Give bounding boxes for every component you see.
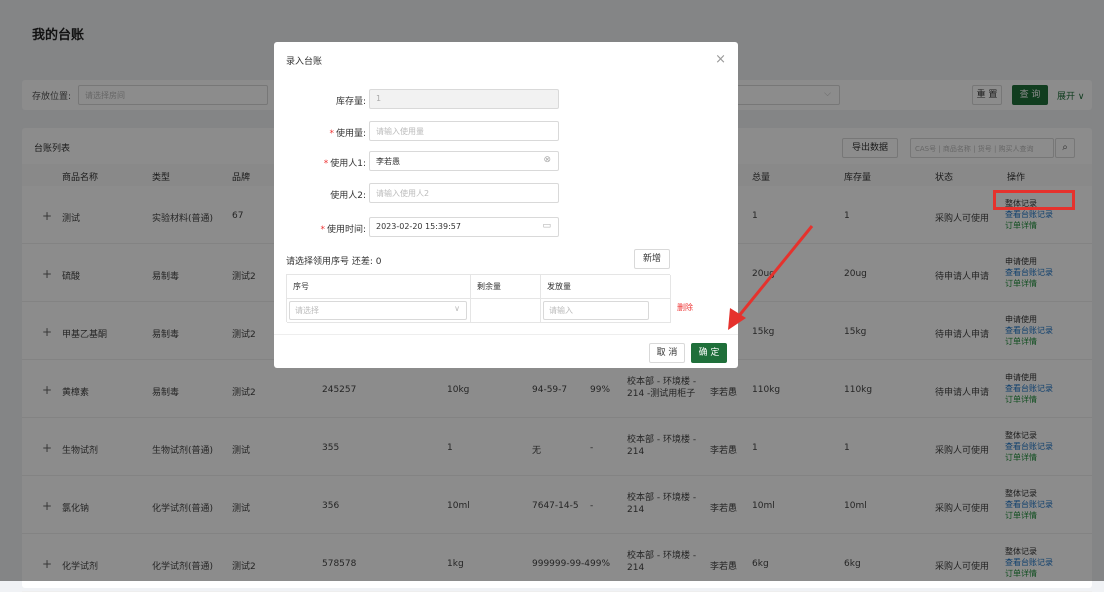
usage-label: * 使用量: xyxy=(329,129,366,139)
user2-label: 使用人2: xyxy=(330,191,366,201)
sub-cell-remaining xyxy=(471,299,541,323)
add-button[interactable]: 新增 xyxy=(634,249,670,269)
sub-cell-serial: 请选择 ∨ xyxy=(287,299,471,323)
ledger-entry-dialog: 录入台账 × 库存量: 1 * 使用量: 请输入使用量 * 使用人1: 李若愚 ⊗ 使… xyxy=(274,42,738,368)
issue-input[interactable]: 请输入 xyxy=(543,301,649,320)
pick-serial-label: 请选择领用序号 还差: 0 xyxy=(286,257,382,267)
stock-label: 库存量: xyxy=(335,97,366,107)
confirm-button[interactable]: 确 定 xyxy=(691,343,727,363)
clear-icon[interactable]: ⊗ xyxy=(543,155,551,165)
sub-col-remaining: 剩余量 xyxy=(471,275,541,299)
chevron-down-icon: ∨ xyxy=(454,304,460,313)
time-label: * 使用时间: xyxy=(320,225,366,235)
sub-col-serial: 序号 xyxy=(287,275,471,299)
sub-col-issue: 发放量 xyxy=(541,275,671,299)
time-picker[interactable]: 2023-02-20 15:39:57 ▭ xyxy=(369,217,559,237)
serial-select[interactable]: 请选择 ∨ xyxy=(289,301,467,320)
usage-input[interactable]: 请输入使用量 xyxy=(369,121,559,141)
close-icon[interactable]: × xyxy=(715,52,726,67)
dialog-title: 录入台账 xyxy=(286,57,323,67)
user1-label: * 使用人1: xyxy=(323,159,366,169)
serial-table: 序号 剩余量 发放量 请选择 ∨ 请输入 xyxy=(286,274,671,323)
user2-input[interactable]: 请输入使用人2 xyxy=(369,183,559,203)
stock-field: 1 xyxy=(369,89,559,109)
highlight-box xyxy=(993,190,1075,210)
cancel-button[interactable]: 取 消 xyxy=(649,343,685,363)
calendar-icon: ▭ xyxy=(542,221,551,231)
user1-input[interactable]: 李若愚 ⊗ xyxy=(369,151,559,171)
sub-cell-issue: 请输入 xyxy=(541,299,671,323)
delete-link[interactable]: 删除 xyxy=(677,302,693,313)
dialog-footer: 取 消 确 定 xyxy=(274,334,738,368)
